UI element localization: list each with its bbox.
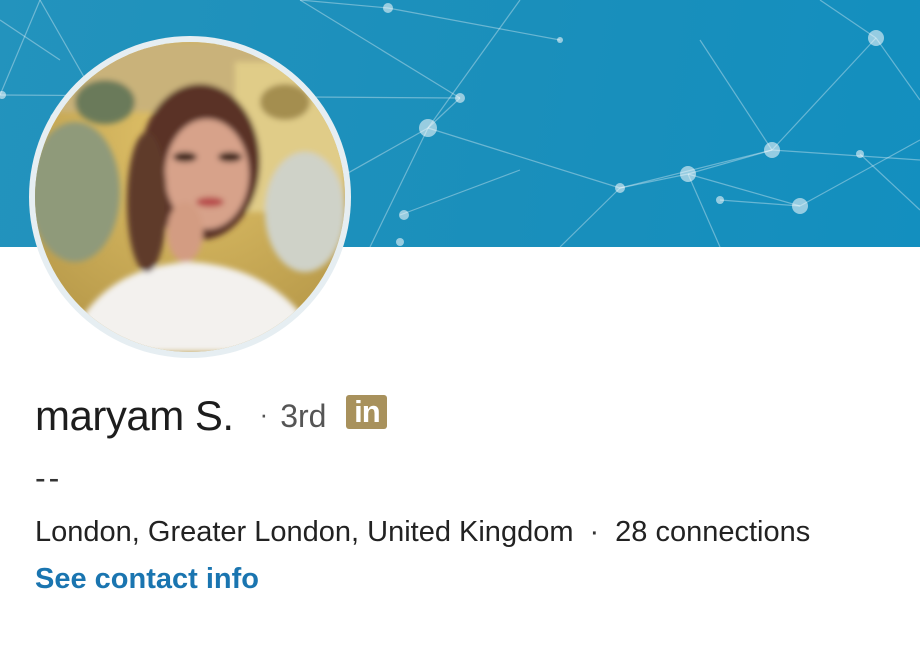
linkedin-premium-icon: in bbox=[346, 394, 388, 429]
profile-name: maryam S. bbox=[35, 392, 234, 439]
profile-headline: -- bbox=[35, 460, 63, 496]
name-row: maryam S. · 3rd in bbox=[35, 390, 388, 442]
name-separator: · bbox=[259, 398, 269, 429]
avatar-image bbox=[35, 42, 345, 352]
meta-separator: · bbox=[589, 516, 600, 548]
profile-meta: London, Greater London, United Kingdom ·… bbox=[35, 516, 810, 549]
see-contact-info-link[interactable]: See contact info bbox=[35, 563, 259, 596]
connections-count: 28 connections bbox=[615, 516, 811, 548]
connection-degree: 3rd bbox=[280, 397, 327, 434]
profile-location: London, Greater London, United Kingdom bbox=[35, 516, 574, 548]
profile-photo[interactable] bbox=[35, 42, 345, 352]
